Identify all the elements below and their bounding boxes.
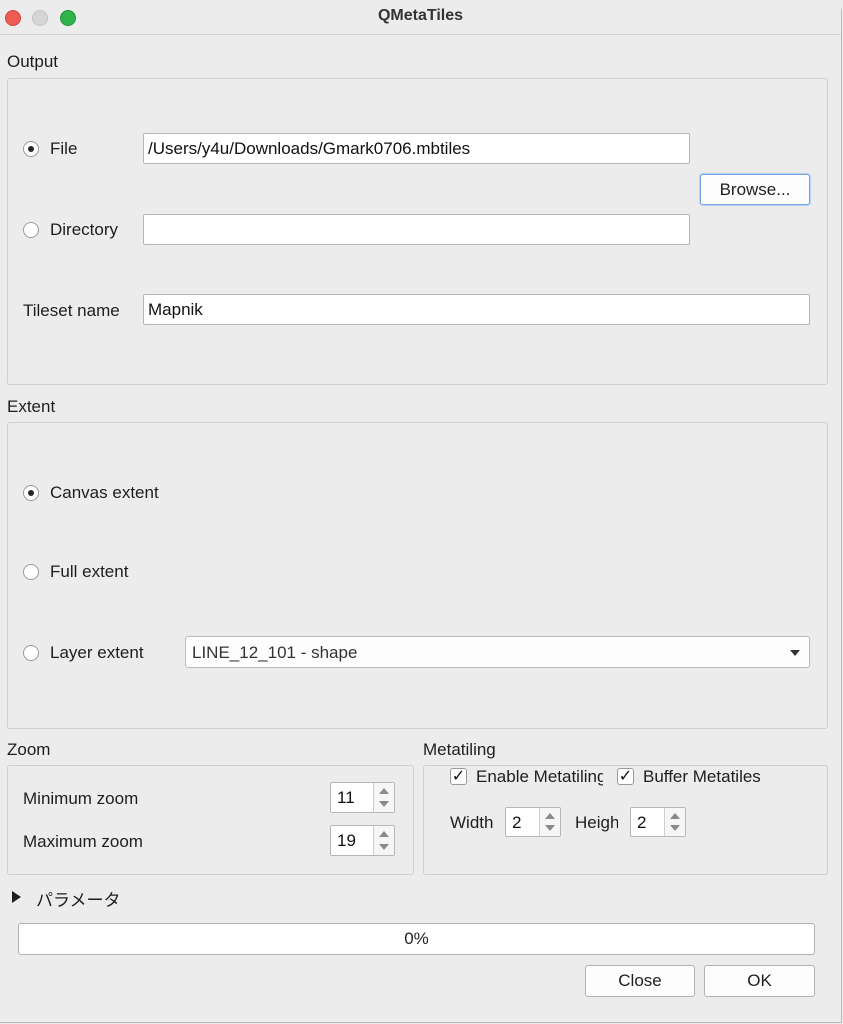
close-button[interactable]: Close [585, 965, 695, 997]
minimum-zoom-stepper[interactable]: 11 [330, 782, 395, 813]
maximum-zoom-stepper-buttons[interactable] [373, 826, 394, 855]
arrow-down-icon[interactable] [670, 825, 680, 831]
arrow-up-icon[interactable] [379, 788, 389, 794]
metatile-height-label: Height [575, 813, 618, 832]
metatile-width-stepper[interactable]: 2 [505, 807, 561, 837]
file-path-input[interactable]: /Users/y4u/Downloads/Gmark0706.mbtiles [143, 133, 690, 164]
arrow-up-icon[interactable] [545, 813, 555, 819]
buffer-metatiles-label: Buffer Metatiles [643, 767, 761, 786]
full-extent-radio[interactable] [23, 564, 39, 580]
maximum-zoom-value: 19 [337, 831, 356, 850]
browse-button[interactable]: Browse... [700, 174, 810, 205]
extent-group [7, 422, 828, 729]
layer-extent-label: Layer extent [50, 643, 144, 662]
output-section-label: Output [7, 52, 59, 71]
maximum-zoom-stepper[interactable]: 19 [330, 825, 395, 856]
arrow-down-icon[interactable] [545, 825, 555, 831]
title-bar: QMetaTiles [0, 0, 841, 35]
checkmark-icon: ✓ [618, 768, 633, 785]
metatile-height-stepper[interactable]: 2 [630, 807, 686, 837]
ok-button[interactable]: OK [704, 965, 815, 997]
window-title: QMetaTiles [377, 7, 464, 24]
progress-bar: 0% [18, 923, 815, 955]
disclosure-triangle-icon[interactable] [12, 891, 21, 903]
arrow-up-icon[interactable] [379, 831, 389, 837]
full-extent-label: Full extent [50, 562, 129, 581]
metatile-width-stepper-buttons[interactable] [539, 808, 560, 836]
metatiling-section-label: Metatiling [423, 740, 496, 759]
metatile-width-value: 2 [512, 813, 522, 832]
layer-extent-radio[interactable] [23, 645, 39, 661]
directory-radio[interactable] [23, 222, 39, 238]
minimum-zoom-value: 11 [337, 788, 355, 807]
maximum-zoom-label: Maximum zoom [23, 832, 143, 851]
tileset-name-label: Tileset name [23, 301, 120, 320]
enable-metatiling-checkbox[interactable]: ✓ [450, 768, 467, 785]
file-radio[interactable] [23, 141, 39, 157]
arrow-up-icon[interactable] [670, 813, 680, 819]
layer-select-value: LINE_12_101 - shape [192, 643, 358, 662]
tileset-name-input[interactable]: Mapnik [143, 294, 810, 325]
buffer-metatiles-checkbox[interactable]: ✓ [617, 768, 634, 785]
minimum-zoom-stepper-buttons[interactable] [373, 783, 394, 812]
canvas-extent-radio[interactable] [23, 485, 39, 501]
metatile-height-stepper-buttons[interactable] [664, 808, 685, 836]
checkmark-icon: ✓ [451, 768, 466, 785]
metatile-width-label: Width [450, 813, 493, 832]
chevron-down-icon [790, 650, 800, 656]
file-label: File [50, 139, 78, 158]
directory-label: Directory [50, 220, 119, 239]
arrow-down-icon[interactable] [379, 801, 389, 807]
minimum-zoom-label: Minimum zoom [23, 789, 139, 808]
metatile-height-value: 2 [637, 813, 647, 832]
arrow-down-icon[interactable] [379, 844, 389, 850]
progress-text: 0% [404, 929, 429, 948]
extent-section-label: Extent [7, 397, 56, 416]
parameters-label: パラメータ [36, 891, 121, 910]
canvas-extent-label: Canvas extent [50, 483, 159, 502]
enable-metatiling-label: Enable Metatiling [476, 767, 603, 786]
directory-input[interactable] [143, 214, 690, 245]
zoom-section-label: Zoom [7, 740, 51, 759]
layer-select[interactable]: LINE_12_101 - shape [185, 636, 810, 668]
qmetatiles-dialog: QMetaTiles Output File /Users/y4u/Downlo… [0, 0, 842, 1023]
